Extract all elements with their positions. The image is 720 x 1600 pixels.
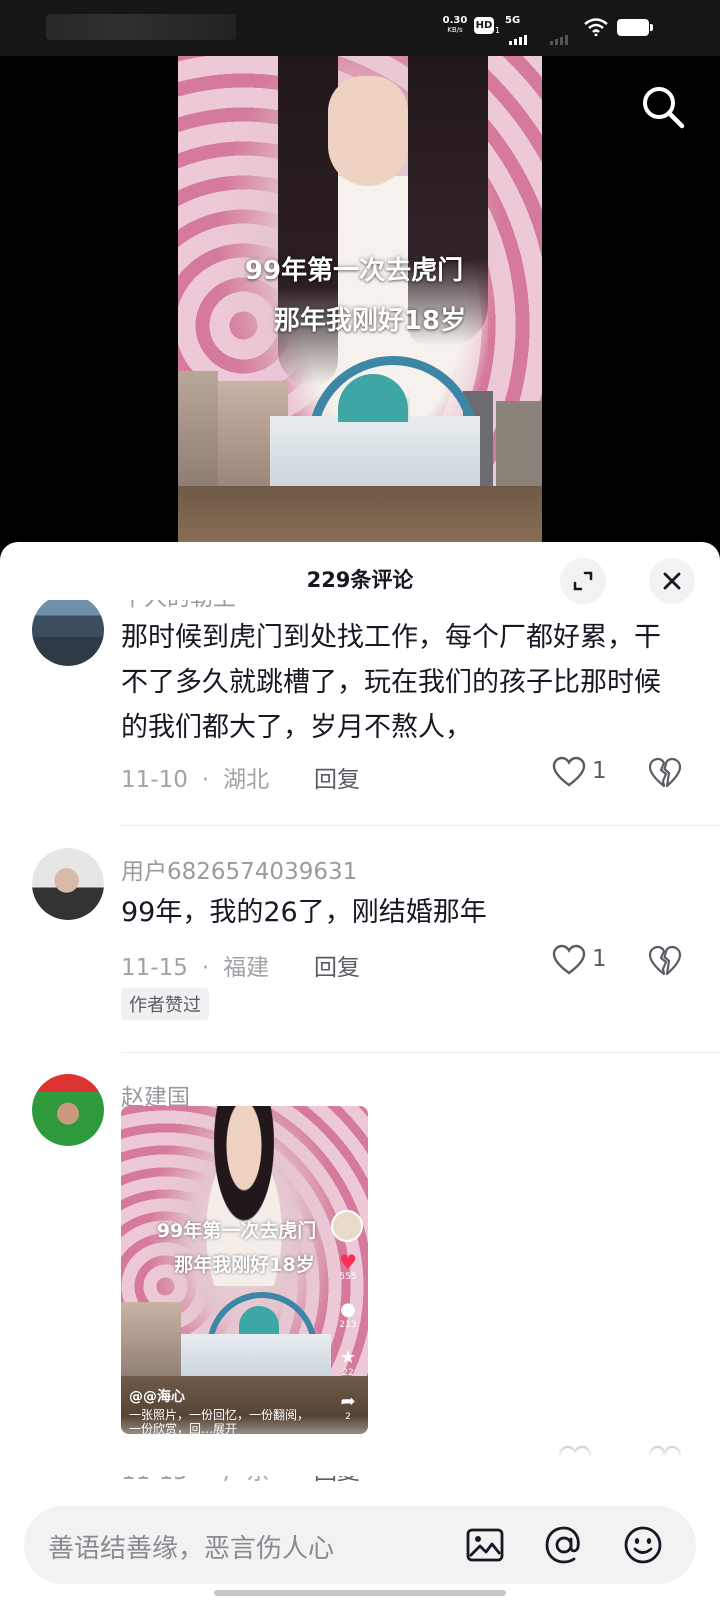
scroll-fade <box>0 1416 720 1476</box>
video-frame[interactable]: 99年第一次去虎门 那年我刚好18岁 <box>178 56 542 546</box>
search-icon[interactable] <box>636 80 690 134</box>
video-caption-line1: 99年第一次去虎门 <box>244 256 464 286</box>
comment-divider <box>121 825 720 826</box>
like-count: 1 <box>592 758 607 784</box>
hd-icon: HD <box>474 17 494 34</box>
like-count: 1 <box>592 946 607 972</box>
comment-location: 湖北 <box>223 767 270 793</box>
emoji-icon[interactable] <box>622 1524 664 1566</box>
expand-icon <box>573 571 593 591</box>
thumb-capitol <box>181 1334 331 1382</box>
comment-meta: 11-10 · 湖北 <box>121 767 270 793</box>
like-button[interactable]: 1 <box>552 944 612 980</box>
comment-icon: ● <box>340 1299 356 1320</box>
video-ground <box>178 486 542 546</box>
thumb-comments: ● 213 <box>329 1299 367 1331</box>
heart-icon <box>552 756 586 787</box>
comment-text[interactable]: 99年，我的26了，刚结婚那年 <box>121 890 681 935</box>
close-icon <box>663 572 681 590</box>
battery-icon <box>617 19 653 36</box>
signal-secondary-icon <box>550 26 570 45</box>
comment-username[interactable]: 千人的勒王 <box>121 600 236 612</box>
video-caption-line2: 那年我刚好18岁 <box>273 306 467 336</box>
comment-location: 福建 <box>223 955 270 981</box>
at-icon[interactable] <box>543 1524 585 1566</box>
thumb-buildings <box>121 1302 181 1382</box>
status-notifications <box>46 14 236 40</box>
video-face <box>328 76 408 186</box>
thumb-author: @@海心 <box>129 1389 185 1405</box>
comment-divider <box>121 1052 720 1053</box>
broken-heart-icon[interactable] <box>648 756 682 790</box>
thumb-favorites: ★ 22 <box>329 1347 367 1379</box>
comment-input-placeholder[interactable]: 善语结善缘，恶言伤人心 <box>48 1528 334 1565</box>
comment-text[interactable]: 那时候到虎门到处找工作，每个厂都好累，干不了多久就跳槽了，玩在我们的孩子比那时候… <box>121 615 681 750</box>
close-button[interactable] <box>649 558 695 604</box>
thumb-likes: ♥ 555 <box>329 1252 367 1282</box>
comment-meta: 11-15 · 福建 <box>121 955 270 981</box>
share-icon: ➦ <box>340 1391 356 1412</box>
status-bar: 0.30 KB/s HD 1 5G <box>0 0 720 56</box>
home-indicator[interactable] <box>214 1590 506 1596</box>
thumb-caption-line1: 99年第一次去虎门 <box>156 1220 317 1242</box>
comments-count-title: 229条评论 <box>306 568 414 592</box>
comment-username[interactable]: 用户6826574039631 <box>121 852 357 886</box>
avatar[interactable] <box>32 600 104 666</box>
video-player[interactable]: 99年第一次去虎门 那年我刚好18岁 <box>0 56 720 546</box>
comment-date: 11-15 <box>121 955 188 981</box>
reply-button[interactable]: 回复 <box>314 760 360 794</box>
comment-input-bar[interactable]: 善语结善缘，恶言伤人心 <box>24 1506 696 1584</box>
wifi-icon <box>584 18 608 36</box>
video-building <box>496 401 542 491</box>
avatar[interactable] <box>32 1074 104 1146</box>
reply-button[interactable]: 回复 <box>314 948 360 982</box>
avatar[interactable] <box>32 848 104 920</box>
heart-icon <box>552 944 586 975</box>
network-speed: 0.30 KB/s <box>442 15 468 35</box>
sim-index: 1 <box>495 26 501 35</box>
network-type: 5G <box>505 15 521 26</box>
broken-heart-icon[interactable] <box>648 944 682 978</box>
thumb-author-avatar <box>331 1210 363 1242</box>
like-button[interactable]: 1 <box>552 756 612 792</box>
heart-icon: ♥ <box>339 1250 357 1274</box>
video-building <box>178 371 218 491</box>
star-icon: ★ <box>339 1347 357 1368</box>
comment-date: 11-10 <box>121 767 188 793</box>
author-liked-badge: 作者赞过 <box>121 988 209 1020</box>
expand-button[interactable] <box>560 558 606 604</box>
video-capitol <box>270 398 480 496</box>
image-icon[interactable] <box>464 1524 506 1566</box>
comment-image[interactable]: 99年第一次去虎门 那年我刚好18岁 ♥555 ●213 ★22 ➦2 @@海心… <box>121 1106 368 1434</box>
signal-icon <box>509 26 529 45</box>
